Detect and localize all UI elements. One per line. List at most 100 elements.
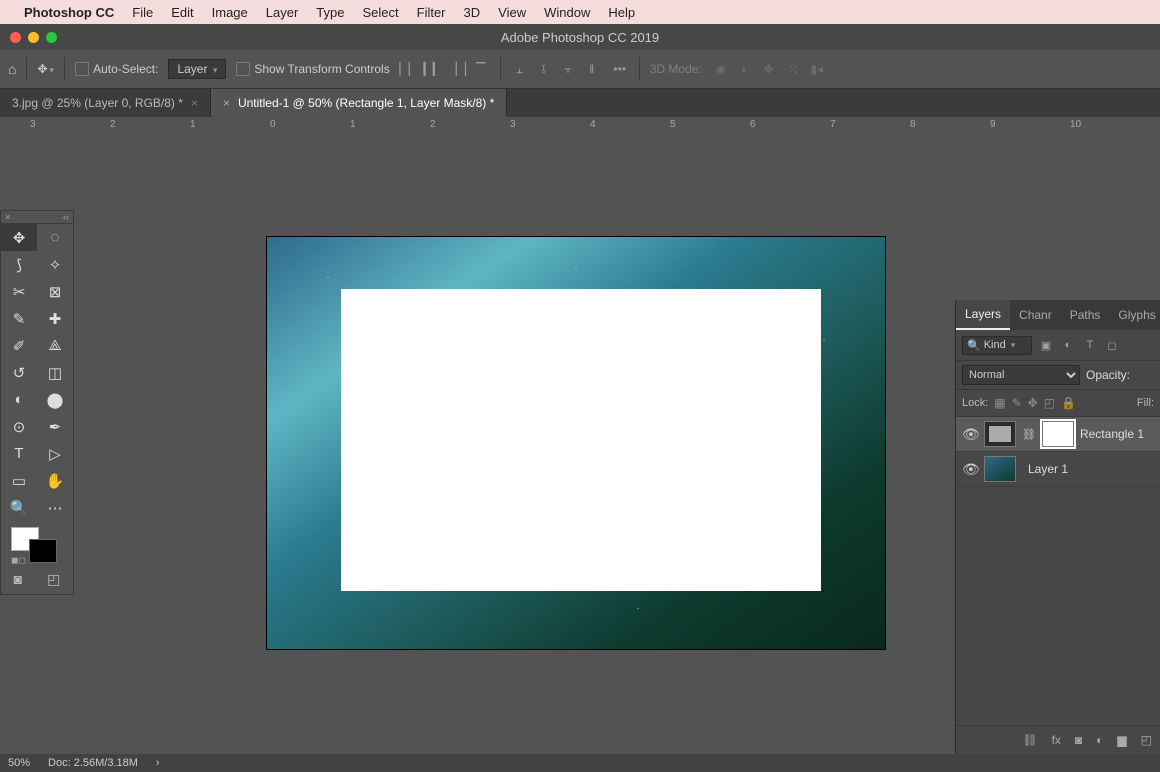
distribute-left-icon[interactable]: ‖ [583,62,601,76]
tab-glyphs[interactable]: Glyphs [1109,300,1160,330]
zoom-tool[interactable]: 🔍 [1,494,37,521]
more-options-icon[interactable]: ••• [611,62,629,76]
layer-filter-dropdown[interactable]: 🔍 Kind▾ [962,336,1032,355]
move-tool-icon[interactable]: ✥▾ [37,62,54,76]
visibility-icon[interactable]: 👁 [962,426,978,443]
distribute-bottom-icon[interactable]: ⫟ [559,62,577,76]
menu-layer[interactable]: Layer [266,5,299,20]
hand-tool[interactable]: ✋ [37,467,73,494]
layer-name[interactable]: Layer 1 [1028,462,1068,476]
distribute-vc-icon[interactable]: ⫱ [535,62,553,76]
collapse-icon[interactable]: ‹‹ [63,212,69,222]
frame-tool[interactable]: ⊠ [37,278,73,305]
tab-channels[interactable]: Chanr [1010,300,1061,330]
align-hcenter-icon[interactable]: ▎▎ [424,62,442,76]
doc-size[interactable]: Doc: 2.56M/3.18M [48,757,138,769]
filter-shape-icon[interactable]: ◻ [1104,337,1120,353]
blur-tool[interactable]: ⬤ [37,386,73,413]
menu-type[interactable]: Type [316,5,344,20]
filter-type-icon[interactable]: T [1082,337,1098,353]
layer-thumbnail[interactable] [984,421,1016,447]
eraser-tool[interactable]: ◫ [37,359,73,386]
lock-all-icon[interactable]: 🔒 [1061,396,1076,410]
move-tool[interactable]: ✥ [1,224,37,251]
link-icon[interactable]: ⛓ [1022,428,1036,441]
quick-mask-icon[interactable]: ◙ [14,571,22,588]
link-layers-icon[interactable]: ⛓ [1022,733,1037,747]
adjustment-icon[interactable]: ◐ [1096,733,1103,747]
toolbox: ×‹‹ ✥ ◌ ⟆ ✧ ✂ ⊠ ✎ ✚ ✐ ⟁ ↺ ◫ ◐ ⬤ ⊙ ✒ T ▷ … [0,210,74,595]
filter-pixel-icon[interactable]: ▣ [1038,337,1054,353]
close-icon[interactable]: × [5,212,10,222]
marquee-tool[interactable]: ◌ [37,224,73,251]
edit-toolbar[interactable]: ⋯ [37,494,73,521]
gradient-tool[interactable]: ◐ [1,386,37,413]
fill-label: Fill: [1137,397,1154,409]
lock-pixels-icon[interactable]: ✎ [1012,396,1022,410]
filter-adjust-icon[interactable]: ◐ [1060,337,1076,353]
brush-tool[interactable]: ✐ [1,332,37,359]
layer-name[interactable]: Rectangle 1 [1080,427,1144,441]
group-icon[interactable]: ▆ [1117,733,1126,747]
document-tab[interactable]: × Untitled-1 @ 50% (Rectangle 1, Layer M… [211,89,507,117]
mask-thumbnail[interactable] [1042,421,1074,447]
close-button[interactable] [10,32,21,43]
menu-3d[interactable]: 3D [464,5,481,20]
layer-row[interactable]: 👁 Layer 1 [956,452,1160,487]
distribute-top-icon[interactable]: ⫠ [511,62,529,76]
menu-edit[interactable]: Edit [171,5,193,20]
type-tool[interactable]: T [1,440,37,467]
auto-select-dropdown[interactable]: Layer ▾ [168,59,226,79]
default-colors-icon[interactable]: ◼◻ [11,555,26,566]
layer-row[interactable]: 👁 ⛓ Rectangle 1 [956,417,1160,452]
menu-file[interactable]: File [132,5,153,20]
new-layer-icon[interactable]: ◰ [1141,733,1152,747]
menu-image[interactable]: Image [212,5,248,20]
document-tab[interactable]: 3.jpg @ 25% (Layer 0, RGB/8) * × [0,89,211,117]
menu-filter[interactable]: Filter [417,5,446,20]
layer-thumbnail[interactable] [984,456,1016,482]
zoom-level[interactable]: 50% [8,757,30,769]
rectangle-shape[interactable] [341,289,821,591]
path-select-tool[interactable]: ▷ [37,440,73,467]
lock-position-icon[interactable]: ✥ [1028,396,1038,410]
lasso-tool[interactable]: ⟆ [1,251,37,278]
zoom-button[interactable] [46,32,57,43]
minimize-button[interactable] [28,32,39,43]
status-arrow-icon[interactable]: › [156,757,160,769]
close-icon[interactable]: × [191,96,198,110]
rectangle-tool[interactable]: ▭ [1,467,37,494]
align-left-icon[interactable]: ▏▏ [400,62,418,76]
clone-stamp-tool[interactable]: ⟁ [37,332,73,359]
menu-window[interactable]: Window [544,5,590,20]
menu-app[interactable]: Photoshop CC [24,5,114,20]
blend-mode-dropdown[interactable]: Normal [962,365,1080,385]
history-brush-tool[interactable]: ↺ [1,359,37,386]
close-icon[interactable]: × [223,96,230,110]
menu-select[interactable]: Select [362,5,398,20]
menu-help[interactable]: Help [608,5,635,20]
home-icon[interactable]: ⌂ [8,61,16,77]
menu-view[interactable]: View [498,5,526,20]
lock-artboard-icon[interactable]: ◰ [1044,396,1055,410]
align-right-icon[interactable]: ▕▕ [448,62,466,76]
pen-tool[interactable]: ✒ [37,413,73,440]
align-top-icon[interactable]: ▔ [472,62,490,76]
color-swatches[interactable]: ◼◻ [1,525,73,567]
visibility-icon[interactable]: 👁 [962,461,978,478]
crop-tool[interactable]: ✂ [1,278,37,305]
fx-icon[interactable]: fx [1052,733,1061,747]
healing-tool[interactable]: ✚ [37,305,73,332]
lock-transparent-icon[interactable]: ▦ [994,396,1005,410]
tab-layers[interactable]: Layers [956,300,1010,330]
show-transform-checkbox[interactable]: Show Transform Controls [236,62,389,77]
mask-icon[interactable]: ◙ [1075,733,1082,747]
background-swatch[interactable] [29,539,57,563]
tab-paths[interactable]: Paths [1061,300,1110,330]
auto-select-checkbox[interactable]: Auto-Select: [75,62,158,77]
dodge-tool[interactable]: ⊙ [1,413,37,440]
lock-label: Lock: [962,397,988,409]
magic-wand-tool[interactable]: ✧ [37,251,73,278]
screen-mode-icon[interactable]: ◰ [47,571,60,588]
eyedropper-tool[interactable]: ✎ [1,305,37,332]
